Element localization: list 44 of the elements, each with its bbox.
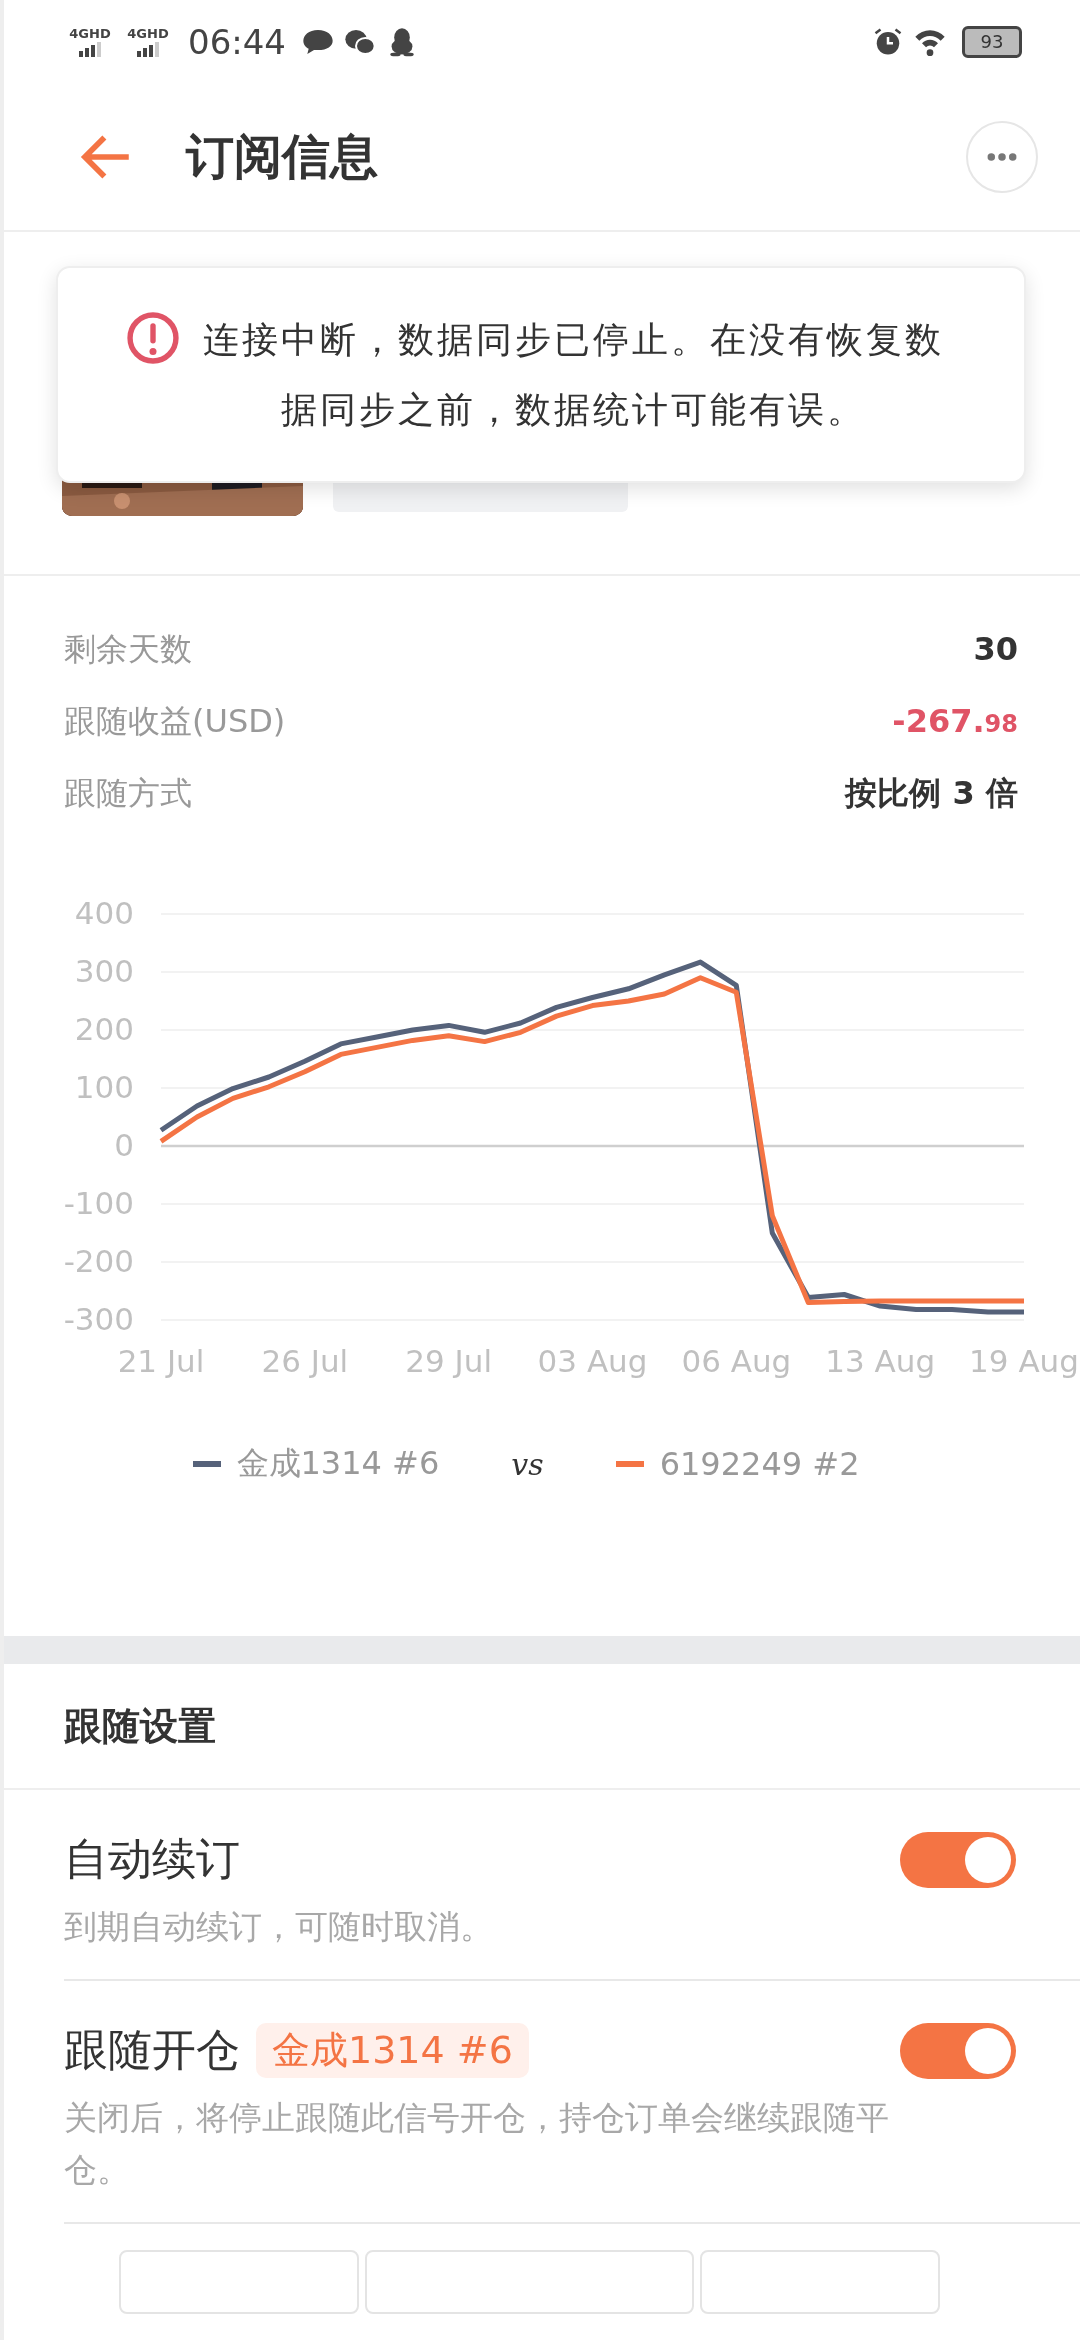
y-axis-label: -100: [63, 1185, 134, 1221]
x-axis-label: 06 Aug: [681, 1343, 792, 1379]
setting-label: 跟随开仓: [64, 2023, 240, 2077]
network-label: 4GHD: [127, 27, 169, 41]
error-icon: [126, 310, 180, 365]
page-title: 订阅信息: [186, 127, 379, 186]
info-label: 跟随收益(USD): [64, 701, 286, 742]
y-axis-label: 200: [74, 1011, 134, 1047]
x-axis-label: 29 Jul: [405, 1343, 492, 1379]
info-value: 30: [973, 630, 1018, 668]
legend-swatch: [615, 1461, 644, 1467]
info-value: 按比例 3 倍: [845, 773, 1018, 814]
x-axis-label: 03 Aug: [537, 1343, 648, 1379]
alarm-clock-icon: [872, 27, 904, 57]
toggle-switch[interactable]: [900, 2022, 1016, 2079]
wifi-icon: [914, 27, 946, 57]
clock-time: 06:44: [188, 22, 286, 62]
info-label: 剩余天数: [64, 629, 192, 670]
y-axis-label: 0: [114, 1127, 134, 1163]
y-axis-label: 400: [74, 895, 134, 931]
info-value: -267.98: [892, 702, 1018, 740]
setting-description: 关闭后，将停止跟随此信号开仓，持仓订单会继续跟随平仓。: [64, 2097, 890, 2191]
setting-description: 到期自动续订，可随时取消。: [64, 1906, 494, 1948]
setting-label: 自动续订: [64, 1832, 240, 1886]
legend-swatch: [192, 1461, 221, 1467]
versus-label: vs: [511, 1446, 544, 1482]
y-axis-label: -200: [63, 1243, 134, 1279]
more-dots-icon: [987, 152, 1017, 162]
signal-tag: 金成1314 #6: [256, 2023, 529, 2078]
battery-indicator: 93: [962, 26, 1022, 58]
network-label: 4GHD: [69, 27, 111, 41]
x-axis-label: 13 Aug: [825, 1343, 936, 1379]
y-axis-label: 300: [74, 953, 134, 989]
toast-message: 连接中断，数据同步已停止。在没有恢复数据同步之前，数据统计可能有误。: [201, 317, 945, 432]
chat-bubble-icon: [302, 27, 334, 57]
y-axis-label: 100: [74, 1069, 134, 1105]
x-axis-label: 21 Jul: [117, 1343, 205, 1379]
legend-label: 金成1314 #6: [236, 1443, 440, 1484]
x-axis-label: 26 Jul: [261, 1343, 349, 1379]
x-axis-label: 19 Aug: [969, 1343, 1079, 1379]
y-axis-label: -300: [63, 1301, 134, 1337]
info-label: 跟随方式: [64, 773, 192, 814]
legend-label: 6192249 #2: [659, 1445, 860, 1483]
section-title: 跟随设置: [4, 1664, 1080, 1790]
